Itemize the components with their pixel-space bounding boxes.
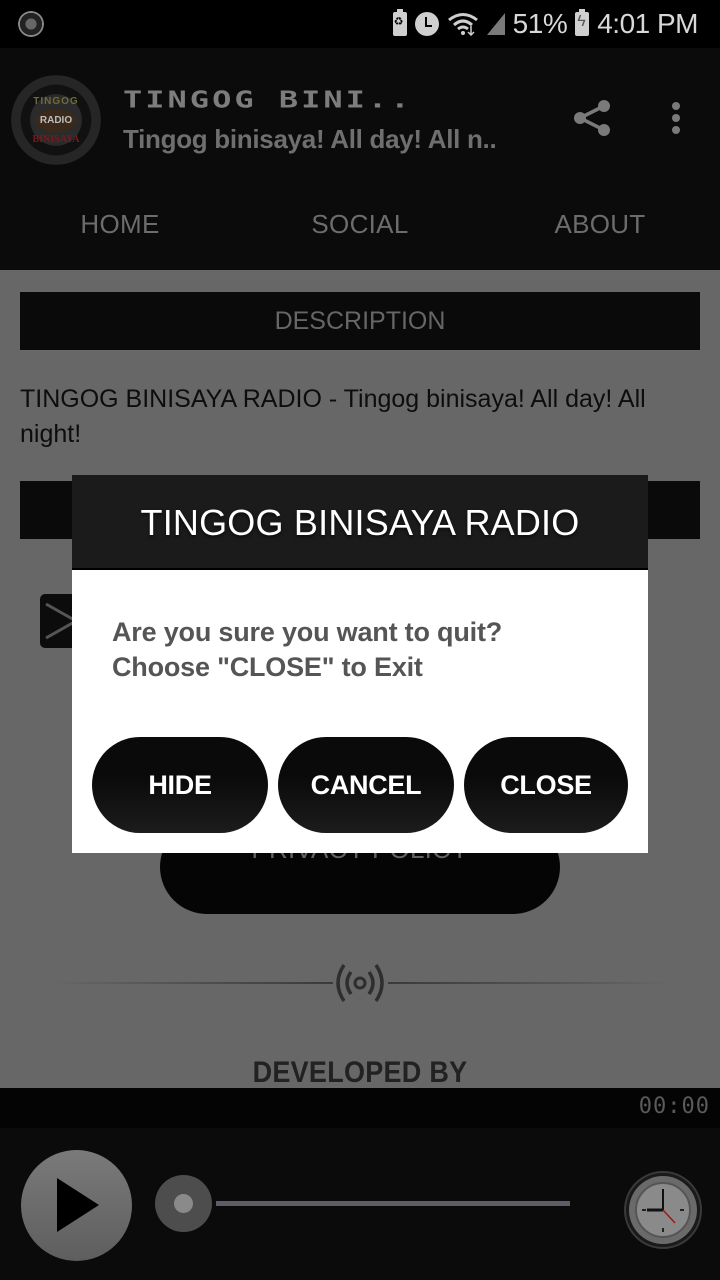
sleep-timer-clock-icon[interactable] bbox=[623, 1170, 703, 1250]
battery-percent: 51% bbox=[512, 8, 568, 39]
tab-bar: HOME SOCIAL ABOUT bbox=[0, 188, 720, 270]
exit-dialog: TINGOG BINISAYA RADIO Are you sure you w… bbox=[72, 475, 648, 853]
close-button[interactable]: CLOSE bbox=[464, 737, 628, 833]
developed-by-label: DEVELOPED BY bbox=[252, 1056, 468, 1088]
seek-slider-thumb[interactable] bbox=[155, 1175, 212, 1232]
battery-charging-icon bbox=[575, 9, 590, 36]
tab-home[interactable]: HOME bbox=[0, 188, 240, 270]
clock-time: 4:01 PM bbox=[597, 8, 698, 39]
description-text: TINGOG BINISAYA RADIO - Tingog binisaya!… bbox=[20, 385, 646, 448]
player-controls bbox=[0, 1128, 720, 1280]
logo-text-top: TINGOG bbox=[33, 95, 79, 107]
description-header: DESCRIPTION bbox=[20, 292, 700, 350]
playback-timer: 00:00 bbox=[638, 1094, 710, 1119]
cancel-button[interactable]: CANCEL bbox=[278, 737, 454, 833]
tab-social[interactable]: SOCIAL bbox=[240, 188, 480, 270]
app-logo: TINGOG RADIO BINISAYA bbox=[11, 75, 101, 165]
play-icon bbox=[57, 1178, 99, 1232]
logo-text-bottom: BINISAYA bbox=[32, 133, 80, 145]
app-title: TINGOG BINI.. bbox=[123, 86, 413, 114]
divider-left bbox=[50, 982, 333, 984]
seek-slider-track[interactable] bbox=[216, 1201, 570, 1206]
app-subtitle: Tingog binisaya! All day! All n.. bbox=[123, 124, 497, 154]
wifi-icon bbox=[447, 13, 478, 36]
play-button[interactable] bbox=[21, 1150, 132, 1261]
app-bar: TINGOG RADIO BINISAYA TINGOG BINI.. Ting… bbox=[0, 48, 720, 270]
tab-about[interactable]: ABOUT bbox=[480, 188, 720, 270]
logo-text-middle: RADIO bbox=[35, 108, 77, 132]
dialog-title: TINGOG BINISAYA RADIO bbox=[72, 475, 648, 570]
dialog-message-line2: Choose "CLOSE" to Exit bbox=[112, 652, 423, 682]
dialog-message-line1: Are you sure you want to quit? bbox=[112, 617, 503, 647]
divider-right bbox=[388, 982, 673, 984]
audio-player: 00:00 bbox=[0, 1088, 720, 1280]
signal-icon bbox=[486, 13, 505, 35]
status-bar: 51% 4:01 PM bbox=[0, 0, 720, 48]
status-icons: 51% 4:01 PM bbox=[392, 0, 698, 48]
battery-saver-icon bbox=[392, 9, 407, 36]
alarm-icon bbox=[414, 12, 439, 36]
radio-broadcast-icon bbox=[336, 964, 384, 1002]
more-vert-icon[interactable] bbox=[660, 94, 692, 142]
dialog-message: Are you sure you want to quit? Choose "C… bbox=[112, 615, 612, 685]
hide-button[interactable]: HIDE bbox=[92, 737, 268, 833]
share-icon[interactable] bbox=[568, 94, 616, 142]
tingog-logo-icon bbox=[18, 11, 44, 37]
